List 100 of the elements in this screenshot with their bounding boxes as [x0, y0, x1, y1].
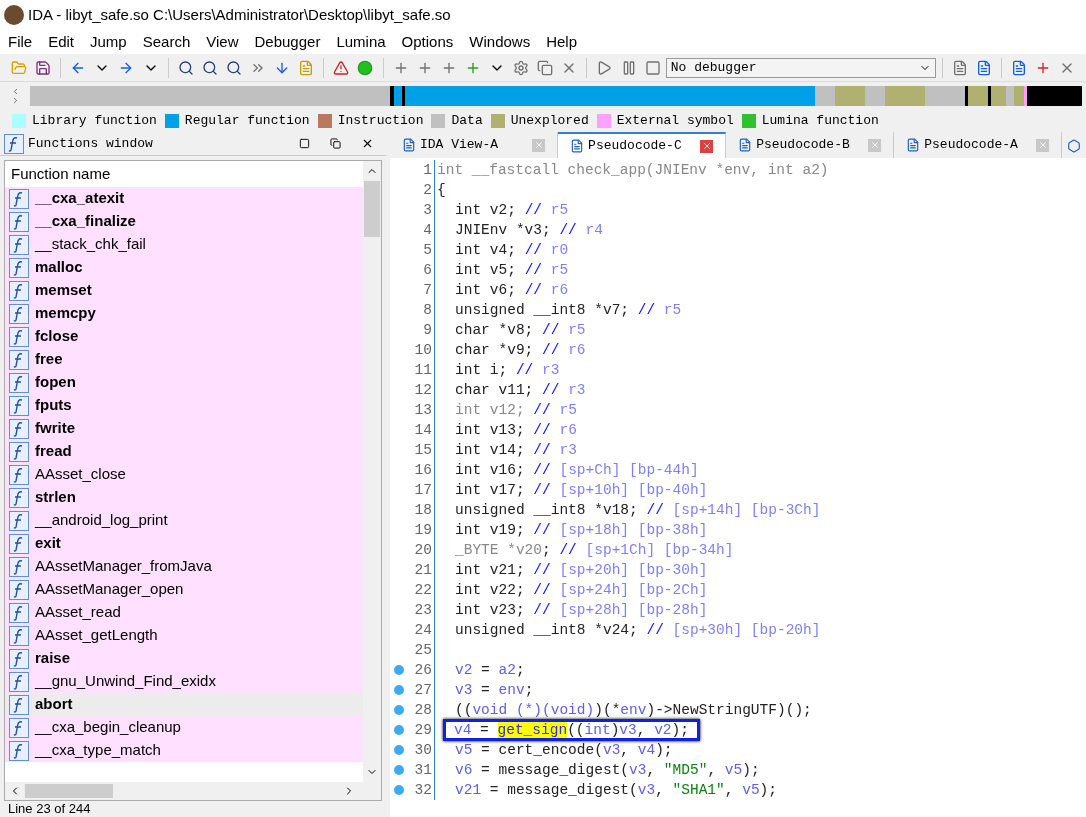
function-icon — [9, 556, 29, 577]
function-row[interactable]: fwrite — [5, 417, 363, 440]
line-number: 7 — [423, 281, 432, 300]
function-icon — [9, 188, 29, 209]
function-row[interactable]: AAsset_close — [5, 463, 363, 486]
navigation-band[interactable] — [30, 86, 1082, 106]
function-row[interactable]: memcpy — [5, 302, 363, 325]
code-line: int v6; // r6 — [455, 281, 569, 300]
function-icon — [9, 418, 29, 439]
function-row[interactable]: fread — [5, 440, 363, 463]
debugger-select[interactable]: No debugger — [665, 57, 936, 78]
menu-item[interactable]: File — [0, 30, 41, 54]
function-row[interactable]: __cxa_finalize — [5, 210, 363, 233]
scrollbar-thumb[interactable] — [364, 181, 380, 237]
code-line: int v19; // [sp+18h] [bp-38h] — [455, 521, 708, 540]
document-icon — [906, 138, 921, 152]
line-number: 15 — [414, 441, 432, 460]
function-row[interactable]: AAssetManager_open — [5, 578, 363, 601]
menu-item[interactable]: Options — [393, 30, 462, 54]
document-icon — [570, 139, 585, 153]
function-row[interactable]: __android_log_print — [5, 509, 363, 532]
function-row[interactable]: malloc — [5, 256, 363, 279]
line-number: 20 — [414, 541, 432, 560]
function-icon — [9, 326, 29, 347]
function-row[interactable]: __cxa_begin_cleanup — [5, 716, 363, 739]
menu-item[interactable]: Help — [538, 30, 585, 54]
function-row[interactable]: AAsset_read — [5, 601, 363, 624]
line-number: 21 — [414, 561, 432, 580]
code-line: v5 = cert_encode(v3, v4); — [455, 741, 673, 760]
line-number: 5 — [423, 241, 432, 260]
function-row[interactable]: memset — [5, 279, 363, 302]
menu-item[interactable]: Jump — [82, 30, 135, 54]
code-line: int v14; // r3 — [455, 441, 577, 460]
line-number: 9 — [423, 321, 432, 340]
maximize-icon[interactable] — [299, 138, 310, 149]
line-number: 22 — [414, 581, 432, 600]
function-icon — [9, 671, 29, 692]
window-title: IDA - libyt_safe.so C:\Users\Administrator\Desktop\libyt_safe.so — [28, 4, 451, 25]
code-line: int v16; // [sp+Ch] [bp-44h] — [455, 461, 699, 480]
function-row[interactable]: AAssetManager_fromJava — [5, 555, 363, 578]
menu-item[interactable]: View — [198, 30, 247, 54]
function-row[interactable]: abort — [5, 693, 363, 716]
app-logo-icon — [4, 5, 24, 25]
close-tab-icon[interactable] — [700, 139, 714, 153]
editor-tab[interactable]: Pseudocode-C — [558, 132, 727, 158]
line-number: 11 — [414, 361, 432, 380]
line-number: 13 — [414, 401, 432, 420]
line-number: 19 — [414, 521, 432, 540]
line-number: 3 — [423, 201, 432, 220]
scrollbar-thumb[interactable] — [25, 784, 113, 798]
function-row[interactable]: __cxa_atexit — [5, 187, 363, 210]
code-line: int v2; // r5 — [455, 201, 569, 220]
function-row[interactable]: strlen — [5, 486, 363, 509]
function-icon — [9, 395, 29, 416]
function-row[interactable]: __gnu_Unwind_Find_exidx — [5, 670, 363, 693]
code-line: _BYTE *v20; // [sp+1Ch] [bp-34h] — [455, 541, 734, 560]
line-number: 1 — [423, 161, 432, 180]
menu-item[interactable]: Debugger — [246, 30, 329, 54]
close-icon[interactable] — [361, 137, 374, 150]
menu-item[interactable]: Search — [134, 30, 199, 54]
legend-label: Unexplored — [510, 112, 589, 131]
function-icon — [9, 441, 29, 462]
function-icon — [9, 487, 29, 508]
function-row[interactable]: fopen — [5, 371, 363, 394]
line-number: 29 — [414, 721, 432, 740]
legend-label: Data — [451, 112, 483, 131]
code-line: int i; // r3 — [455, 361, 560, 380]
line-number: 16 — [414, 461, 432, 480]
line-number: 27 — [414, 681, 432, 700]
function-row[interactable]: exit — [5, 532, 363, 555]
menu-item[interactable]: Windows — [461, 30, 539, 54]
function-icon — [9, 625, 29, 646]
code-line: int v21; // [sp+20h] [bp-30h] — [455, 561, 708, 580]
function-icon — [9, 648, 29, 669]
code-line: v3 = env; — [455, 681, 534, 700]
function-row[interactable]: __stack_chk_fail — [5, 233, 363, 256]
function-row[interactable]: free — [5, 348, 363, 371]
code-line: char *v8; // r5 — [455, 321, 586, 340]
function-icon — [9, 211, 29, 232]
legend-label: Regular function — [184, 112, 310, 131]
line-number: 12 — [414, 381, 432, 400]
line-number: 31 — [414, 761, 432, 780]
function-icon — [9, 234, 29, 255]
function-row[interactable]: __cxa_type_match — [5, 739, 363, 762]
function-icon — [9, 533, 29, 554]
menu-item[interactable]: Lumina — [328, 30, 394, 54]
horizontal-scrollbar[interactable] — [5, 782, 381, 800]
function-icon — [9, 717, 29, 738]
function-row[interactable]: fclose — [5, 325, 363, 348]
document-icon — [402, 138, 416, 152]
legend-label: Lumina function — [761, 112, 879, 131]
restore-icon[interactable] — [330, 138, 341, 149]
function-row[interactable]: AAsset_getLength — [5, 624, 363, 647]
code-line: int __fastcall check_app(JNIEnv *env, int a2) — [437, 161, 829, 180]
vertical-scrollbar[interactable] — [363, 161, 381, 782]
function-row[interactable]: fputs — [5, 394, 363, 417]
line-number: 30 — [414, 741, 432, 760]
menu-item[interactable]: Edit — [40, 30, 83, 54]
function-row[interactable]: raise — [5, 647, 363, 670]
line-number: 4 — [423, 221, 432, 240]
